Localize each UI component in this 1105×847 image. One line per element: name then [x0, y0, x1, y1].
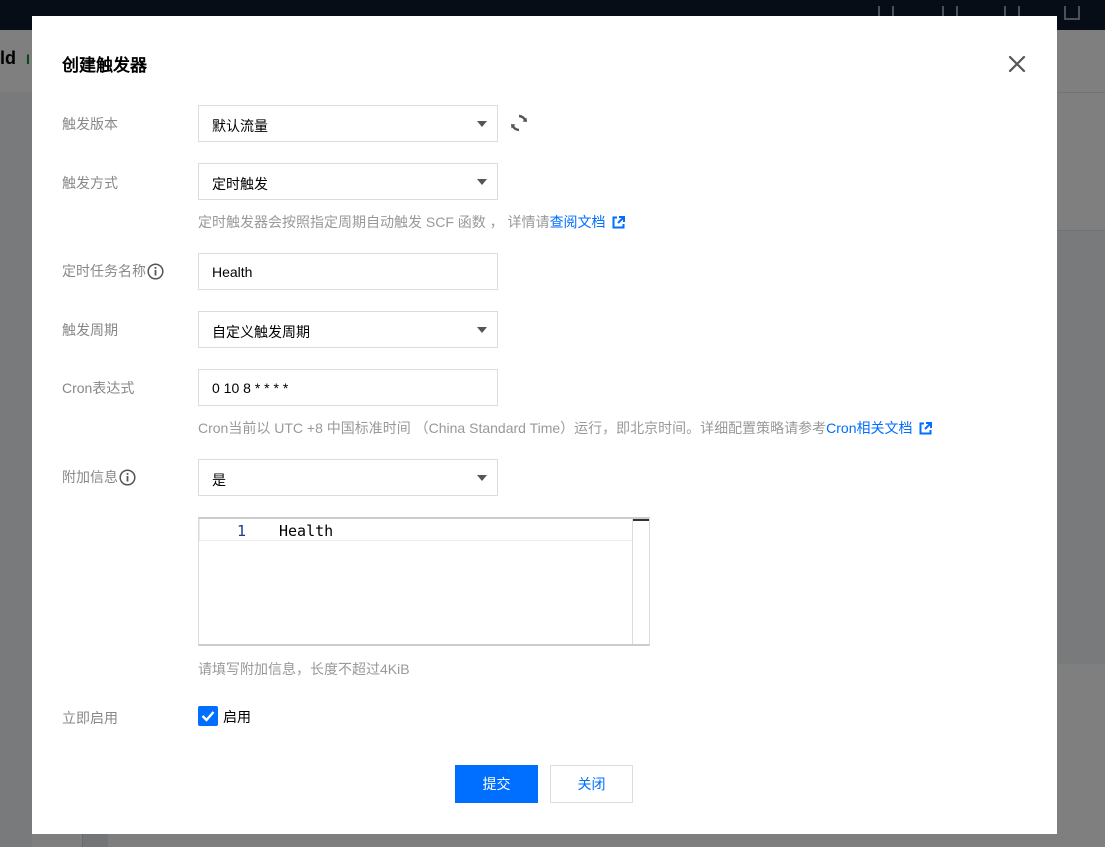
extra-info-select[interactable]: 是	[198, 459, 498, 496]
dialog-title: 创建触发器	[62, 56, 147, 75]
line-number: 1	[237, 522, 247, 540]
editor-scrollbar[interactable]	[633, 519, 649, 521]
version-label: 触发版本	[62, 116, 118, 132]
method-select-value: 定时触发	[212, 176, 268, 192]
editor-scrollbar-track	[632, 519, 633, 644]
enable-checkbox[interactable]	[198, 706, 218, 726]
method-select[interactable]: 定时触发	[198, 163, 498, 200]
caret-down-icon	[477, 475, 487, 481]
period-select[interactable]: 自定义触发周期	[198, 311, 498, 348]
external-link-icon	[919, 421, 932, 434]
task-name-label: 定时任务名称	[62, 261, 164, 281]
period-label: 触发周期	[62, 322, 118, 338]
close-dialog-button[interactable]: 关闭	[550, 765, 633, 803]
extra-info-editor[interactable]: 1 Health	[198, 517, 650, 646]
editor-content[interactable]: Health	[279, 522, 333, 540]
extra-info-hint: 请填写附加信息，长度不超过4KiB	[198, 661, 410, 677]
extra-info-select-value: 是	[212, 472, 226, 488]
extra-info-label: 附加信息	[62, 467, 136, 487]
period-select-value: 自定义触发周期	[212, 324, 310, 340]
refresh-icon	[511, 114, 527, 132]
active-line-highlight	[199, 519, 633, 541]
close-button[interactable]	[1005, 52, 1029, 76]
method-label: 触发方式	[62, 175, 118, 191]
create-trigger-dialog: 创建触发器 触发版本 默认流量 触发方式 定时触发 定时触发器会按照指定周期自动…	[32, 16, 1057, 834]
caret-down-icon	[477, 327, 487, 333]
cron-hint: Cron当前以 UTC +8 中国标准时间 （China Standard Ti…	[198, 418, 932, 438]
cron-input[interactable]	[198, 369, 498, 406]
cron-doc-link[interactable]: Cron相关文档	[826, 418, 932, 438]
cron-label: Cron表达式	[62, 380, 135, 396]
submit-button[interactable]: 提交	[455, 765, 538, 803]
version-select[interactable]: 默认流量	[198, 105, 498, 142]
info-icon[interactable]	[119, 468, 136, 486]
info-icon[interactable]	[147, 262, 164, 280]
check-icon	[201, 711, 215, 722]
caret-down-icon	[477, 179, 487, 185]
refresh-button[interactable]	[510, 113, 528, 133]
task-name-input[interactable]	[198, 253, 498, 290]
enable-label: 立即启用	[62, 710, 118, 726]
enable-checkbox-label[interactable]: 启用	[223, 707, 251, 727]
close-icon	[1008, 55, 1026, 73]
method-hint: 定时触发器会按照指定周期自动触发 SCF 函数 ， 详情请 查阅文档	[198, 212, 625, 232]
caret-down-icon	[477, 121, 487, 127]
external-link-icon	[612, 215, 625, 228]
doc-link[interactable]: 查阅文档	[550, 212, 625, 232]
version-select-value: 默认流量	[212, 118, 268, 134]
